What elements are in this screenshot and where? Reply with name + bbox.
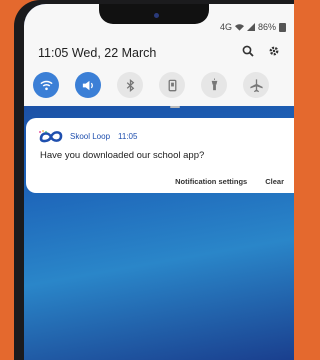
battery-icon <box>279 22 286 32</box>
signal-text: 4G <box>219 22 232 32</box>
airplane-icon <box>249 78 263 92</box>
notification-header: Skool Loop 11:05 <box>38 130 137 143</box>
portrait-lock-icon <box>168 79 176 91</box>
header-actions <box>242 45 280 57</box>
notification-message: Have you downloaded our school app? <box>40 150 205 161</box>
sound-toggle[interactable] <box>75 72 101 98</box>
clear-button[interactable]: Clear <box>265 177 284 186</box>
portrait-lock-toggle[interactable] <box>159 72 185 98</box>
wifi-toggle[interactable] <box>33 72 59 98</box>
front-camera <box>154 13 159 18</box>
cellular-signal-icon <box>246 23 255 31</box>
wifi-icon <box>39 80 53 90</box>
notification-card[interactable]: Skool Loop 11:05 Have you downloaded our… <box>26 118 294 193</box>
phone-screen: 4G 86% 11:05 Wed, 22 March Skool Loop 11… <box>24 4 294 360</box>
camera-notch <box>99 4 209 24</box>
skool-loop-logo-icon <box>39 130 63 143</box>
panel-drag-handle[interactable] <box>170 106 180 108</box>
bluetooth-toggle[interactable] <box>117 72 143 98</box>
notification-settings-button[interactable]: Notification settings <box>175 177 247 186</box>
search-icon[interactable] <box>242 45 254 57</box>
status-bar: 4G 86% <box>220 22 286 32</box>
notification-time: 11:05 <box>118 132 138 141</box>
clock-time: 11:05 <box>38 46 69 60</box>
notification-actions: Notification settings Clear <box>175 177 284 186</box>
gear-icon[interactable] <box>268 45 280 57</box>
phone-frame: 4G 86% 11:05 Wed, 22 March Skool Loop 11… <box>14 0 294 360</box>
wifi-status-icon <box>234 24 244 31</box>
flashlight-icon <box>211 77 217 90</box>
speaker-icon <box>82 80 93 90</box>
date-label: Wed, 22 March <box>71 46 157 60</box>
quick-settings-panel: 4G 86% 11:05 Wed, 22 March <box>24 4 294 108</box>
battery-percent: 86% <box>257 22 276 32</box>
airplane-mode-toggle[interactable] <box>243 72 269 98</box>
flashlight-toggle[interactable] <box>201 72 227 98</box>
quick-settings-row <box>33 72 269 98</box>
clock-date: 11:05 Wed, 22 March <box>38 46 156 60</box>
notification-app-name: Skool Loop <box>70 132 111 141</box>
bluetooth-icon <box>126 78 134 92</box>
